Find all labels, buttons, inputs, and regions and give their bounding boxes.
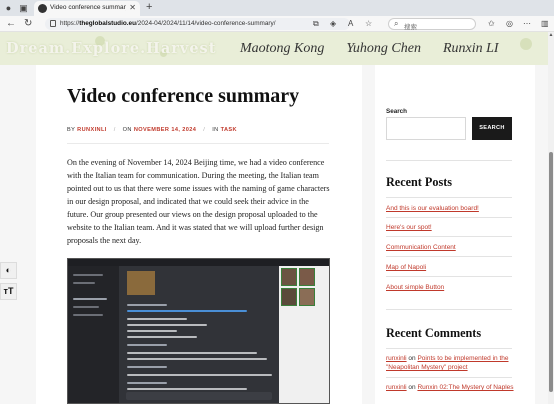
divider xyxy=(386,160,512,161)
tab-actions-icon[interactable]: ▣ xyxy=(18,3,29,13)
scroll-up-icon[interactable]: ▲ xyxy=(548,32,554,38)
contrast-toggle-icon[interactable]: ◐ xyxy=(0,262,17,279)
recent-post-link[interactable]: Communication Content xyxy=(386,244,456,251)
extensions-icon[interactable]: ◎ xyxy=(506,19,513,28)
post-date-link[interactable]: NOVEMBER 14, 2024 xyxy=(134,127,196,133)
post-body-text: On the evening of November 14, 2024 Beij… xyxy=(67,158,330,245)
sidebar-search-input[interactable] xyxy=(386,117,466,140)
post-meta: BY RUNXINLI / ON NOVEMBER 14, 2024 / IN … xyxy=(67,127,237,133)
post-category-link[interactable]: TASK xyxy=(221,127,237,133)
sidebar-toggle-icon[interactable]: ▥ xyxy=(541,19,549,28)
search-icon: ⌕ xyxy=(394,19,399,28)
recent-post-link[interactable]: Map of Napoli xyxy=(386,264,426,271)
font-size-button[interactable]: тT xyxy=(0,283,17,300)
address-bar[interactable]: https://theglobalstudio.eu/2024-04/2024/… xyxy=(45,18,350,30)
url-text[interactable]: https://theglobalstudio.eu/2024-04/2024/… xyxy=(60,20,276,27)
meta-in-label: IN xyxy=(212,127,219,133)
tab-close-icon[interactable]: ✕ xyxy=(129,3,136,12)
recent-posts-heading: Recent Posts xyxy=(386,175,452,189)
tab-title: Video conference summary - Dre… xyxy=(50,4,126,11)
browser-tab-active[interactable]: Video conference summary - Dre… ✕ xyxy=(34,1,140,16)
read-aloud-icon[interactable]: A xyxy=(348,19,353,28)
search-label: Search xyxy=(386,108,408,115)
meta-by-label: BY xyxy=(67,127,76,133)
page-scrollbar[interactable]: ▲ xyxy=(548,32,554,404)
recent-comment-item: runxinli on Runxin 02:The Mystery of Nap… xyxy=(386,383,514,392)
divider xyxy=(386,377,512,378)
back-icon[interactable]: ← xyxy=(6,18,16,29)
divider xyxy=(386,348,512,349)
site-logo[interactable]: Dream.Explore.Harvest xyxy=(6,40,216,57)
comment-on-text: on xyxy=(406,355,418,362)
sidebar: Search SEARCH Recent Posts And this is o… xyxy=(375,65,535,404)
comment-author-link[interactable]: runxinli xyxy=(386,384,407,391)
author-name: Runxin LI xyxy=(442,41,499,56)
divider xyxy=(67,143,329,144)
browser-toolbar: ← ↻ https://theglobalstudio.eu/2024-04/2… xyxy=(0,16,554,32)
search-button[interactable]: SEARCH xyxy=(472,117,512,140)
comment-author-link[interactable]: runxinli xyxy=(386,355,407,362)
scrollbar-thumb[interactable] xyxy=(549,152,553,392)
favorites-icon[interactable]: ✩ xyxy=(488,19,495,28)
post-author-link[interactable]: RUNXINLI xyxy=(77,127,107,133)
search-placeholder: 搜索 xyxy=(404,24,417,31)
recent-post-link[interactable]: Here's our spot! xyxy=(386,224,432,231)
divider xyxy=(386,256,512,257)
recent-post-link[interactable]: And this is our evaluation board! xyxy=(386,205,479,212)
divider xyxy=(386,197,512,198)
post-title: Video conference summary xyxy=(67,85,300,107)
comment-post-link[interactable]: Runxin 02:The Mystery of Naples xyxy=(417,384,513,391)
site-banner: Dream.Explore.Harvest Maotong Kong Yuhong… xyxy=(0,32,548,65)
browser-search-box[interactable]: ⌕ 搜索 xyxy=(388,18,476,31)
new-tab-icon[interactable]: + xyxy=(146,1,152,13)
translate-icon[interactable]: ⧉ xyxy=(313,19,319,29)
meta-separator: / xyxy=(113,127,116,133)
reload-icon[interactable]: ↻ xyxy=(24,18,32,29)
lock-icon xyxy=(50,20,56,27)
recent-post-link[interactable]: About simple Button xyxy=(386,284,444,291)
divider xyxy=(386,309,512,310)
shield-icon[interactable]: ◈ xyxy=(330,19,336,28)
meta-on-label: ON xyxy=(122,127,132,133)
comment-on-text: on xyxy=(406,384,418,391)
author-name: Maotong Kong xyxy=(240,41,325,56)
divider xyxy=(386,236,512,237)
divider xyxy=(386,276,512,277)
meta-separator: / xyxy=(203,127,206,133)
favorite-star-icon[interactable]: ☆ xyxy=(365,19,372,28)
post-article: Video conference summary BY RUNXINLI / O… xyxy=(36,65,362,404)
recent-comments-heading: Recent Comments xyxy=(386,326,482,340)
site-favicon-icon xyxy=(38,4,47,13)
meeting-screenshot-image xyxy=(67,258,330,404)
more-menu-icon[interactable]: ⋯ xyxy=(523,19,531,28)
browser-tab-strip: ● ▣ Video conference summary - Dre… ✕ + xyxy=(0,0,554,16)
recent-comment-item: runxinli on Points to be implemented in … xyxy=(386,354,514,372)
banner-authors: Maotong Kong Yuhong Chen Runxin LI xyxy=(240,41,521,57)
author-name: Yuhong Chen xyxy=(346,41,421,56)
divider xyxy=(386,217,512,218)
page-content: Video conference summary BY RUNXINLI / O… xyxy=(0,65,548,404)
profile-icon[interactable]: ● xyxy=(3,3,14,13)
